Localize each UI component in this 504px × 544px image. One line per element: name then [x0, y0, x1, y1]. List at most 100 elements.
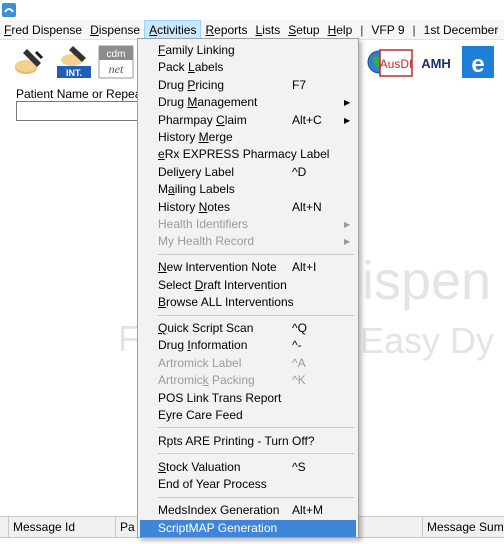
menu-activities[interactable]: Activities — [144, 20, 202, 39]
menuitem-erx-express-label-label-u: e — [158, 147, 165, 162]
menuitem-scriptmap-generation[interactable]: ScriptMAP Generation — [140, 519, 356, 537]
menuitem-delivery-label-label-pre: Deli — [158, 164, 179, 179]
activities-dropdown-menu: Family Linking Pack Labels Drug Pricing F7 D… — [137, 38, 359, 538]
menuitem-artromick-packing-shortcut: ^K — [292, 373, 306, 388]
menu-setup[interactable]: Setup — [284, 20, 323, 39]
menuitem-health-identifiers-label-pre: Health Identifiers — [158, 217, 249, 231]
patient-label: Patient Name or Repeat — [16, 87, 145, 101]
menuitem-history-merge[interactable]: History Merge — [140, 129, 356, 146]
menu-dispense[interactable]: Dispense — [86, 20, 144, 39]
menu-help-label-post: elp — [336, 22, 353, 37]
menuitem-artromick-label-shortcut: ^A — [292, 355, 306, 370]
table-row[interactable] — [0, 538, 504, 544]
menu-separator — [158, 314, 354, 316]
menuitem-artromick-packing-label-pre: Artromic — [158, 373, 203, 388]
menuitem-drug-information-label-post: nformation — [190, 338, 248, 353]
ausdi-icon[interactable]: AusDI — [378, 44, 414, 80]
submenu-arrow-icon: ▶ — [344, 237, 351, 247]
menu-setup-label-post: etup — [296, 22, 320, 37]
menuitem-family-linking[interactable]: Family Linking — [140, 42, 356, 59]
menuitem-my-health-record: My Health Record ▶ — [140, 233, 356, 250]
edge-browser-icon[interactable]: e — [460, 44, 496, 80]
e-label: e — [471, 51, 484, 78]
menuitem-history-notes-label-pre: History — [158, 199, 199, 214]
app-icon[interactable] — [2, 3, 16, 17]
menuitem-end-of-year-label-pre: End of Year Process — [158, 477, 267, 492]
submenu-arrow-icon: ▶ — [344, 98, 351, 108]
menuitem-rpts-printing[interactable]: Rpts ARE Printing - Turn Off? — [140, 433, 356, 450]
menu-separator — [158, 427, 354, 429]
cdm-label: cdm — [107, 49, 126, 60]
menuitem-new-intervention-note-label-u: N — [158, 260, 167, 275]
column-message-summary[interactable]: Message Summ — [422, 517, 504, 538]
menuitem-stock-valuation-shortcut: ^S — [292, 459, 306, 474]
menuitem-history-notes-label-post: otes — [207, 199, 231, 214]
menuitem-delivery-label[interactable]: Delivery Label ^D — [140, 164, 356, 181]
menuitem-quick-script-scan-label-u: Q — [158, 321, 168, 335]
menuitem-delivery-label-label-post: ery Label — [184, 164, 235, 179]
menuitem-drug-pricing-shortcut: F7 — [292, 77, 307, 92]
menuitem-pharmpay-claim[interactable]: Pharmpay Claim Alt+C ▶ — [140, 112, 356, 129]
menuitem-new-intervention-note[interactable]: New Intervention Note Alt+I — [140, 259, 356, 276]
patient-search-input[interactable] — [16, 101, 140, 121]
menuitem-history-notes[interactable]: History Notes Alt+N — [140, 199, 356, 216]
menu-fred-dispense[interactable]: Fred Dispense — [0, 20, 86, 39]
menu-bar: Fred Dispense Dispense Activities Reports Li… — [0, 20, 504, 40]
menuitem-drug-information[interactable]: Drug Information ^- — [140, 337, 356, 354]
date-label: 1st December — [423, 22, 499, 37]
menuitem-new-intervention-note-shortcut: Alt+I — [292, 260, 317, 275]
menu-lists[interactable]: Lists — [252, 20, 285, 39]
amh-label: AMH — [421, 56, 451, 71]
submenu-arrow-icon: ▶ — [344, 220, 351, 229]
menuitem-pharmpay-claim-label-pre: Pharmpay — [158, 112, 217, 127]
menuitem-drug-pricing[interactable]: Drug Pricing F7 — [140, 77, 356, 94]
menuitem-artromick-label-label-pre: Artromick Label — [158, 355, 242, 370]
menu-help-label-u: H — [327, 22, 337, 37]
menuitem-eyre-care-feed[interactable]: Eyre Care Feed — [140, 407, 356, 424]
menu-separator — [158, 253, 354, 255]
menu-activities-label-post: ctivities — [157, 22, 197, 37]
menuitem-artromick-packing-label-post: Packing — [208, 373, 255, 388]
menuitem-medsindex-generation[interactable]: MedsIndex Generation Alt+M — [140, 502, 356, 519]
menuitem-drug-management[interactable]: Drug Management ▶ — [140, 94, 356, 111]
menu-activities-label-u: A — [149, 22, 158, 37]
amh-icon[interactable]: AMH — [418, 44, 454, 80]
column-message-id[interactable]: Message Id — [8, 517, 116, 538]
watermark-subtext: Easy Dy — [360, 320, 495, 361]
menuitem-drug-information-label-pre: Drug — [158, 338, 188, 353]
menuitem-rpts-printing-label-pre: Rpts ARE Printing - Turn Off? — [158, 433, 315, 448]
menuitem-pos-link-report[interactable]: POS Link Trans Report — [140, 390, 356, 407]
menuitem-erx-express-label-label-post: Rx EXPRESS Pharmacy Label — [164, 147, 330, 162]
menuitem-drug-management-label-post: anagement — [197, 95, 258, 110]
menu-separator — [158, 496, 354, 498]
cdm-net-icon[interactable]: cdm net — [98, 44, 134, 80]
menuitem-erx-express-label[interactable]: eRx EXPRESS Pharmacy Label — [140, 146, 356, 163]
menuitem-mailing-labels[interactable]: Mailing Labels — [140, 181, 356, 198]
menuitem-history-merge-label-post: erge — [208, 130, 233, 144]
menuitem-select-draft-intervention-label-post: raft Intervention — [203, 277, 287, 292]
menu-separator: | — [412, 22, 416, 37]
menuitem-pharmpay-claim-label-post: laim — [224, 112, 247, 127]
international-dispense-icon[interactable]: INT. — [56, 44, 92, 80]
menuitem-quick-script-scan[interactable]: Quick Script Scan ^Q — [140, 320, 356, 337]
menu-setup-label-u: S — [288, 22, 297, 37]
menu-help[interactable]: Help — [324, 20, 357, 39]
menu-lists-label-post: ists — [262, 22, 281, 37]
menuitem-stock-valuation[interactable]: Stock Valuation ^S — [140, 459, 356, 476]
menuitem-mailing-labels-label-post: iling Labels — [174, 182, 235, 197]
menuitem-quick-script-scan-label-post: uick Script Scan — [167, 321, 254, 335]
menu-separator — [158, 453, 354, 455]
submenu-arrow-icon: ▶ — [344, 115, 351, 125]
menu-fred-dispense-label-post: red Dispense — [11, 22, 83, 37]
menuitem-pack-labels[interactable]: Pack Labels — [140, 59, 356, 76]
menuitem-pharmpay-claim-label-u: C — [216, 112, 225, 127]
menuitem-browse-interventions[interactable]: Browse ALL Interventions — [140, 294, 356, 311]
menuitem-mailing-labels-label-pre: M — [158, 182, 168, 197]
menuitem-eyre-care-feed-label-pre: Eyre Care Feed — [158, 408, 243, 422]
menuitem-end-of-year[interactable]: End of Year Process — [140, 476, 356, 493]
pill-dispense-icon[interactable] — [12, 44, 48, 80]
menuitem-quick-script-scan-shortcut: ^Q — [292, 321, 307, 335]
menu-reports[interactable]: Reports — [201, 20, 251, 39]
menuitem-scriptmap-generation-label-pre: ScriptMAP Generation — [158, 520, 278, 535]
menuitem-select-draft-intervention[interactable]: Select Draft Intervention — [140, 277, 356, 294]
